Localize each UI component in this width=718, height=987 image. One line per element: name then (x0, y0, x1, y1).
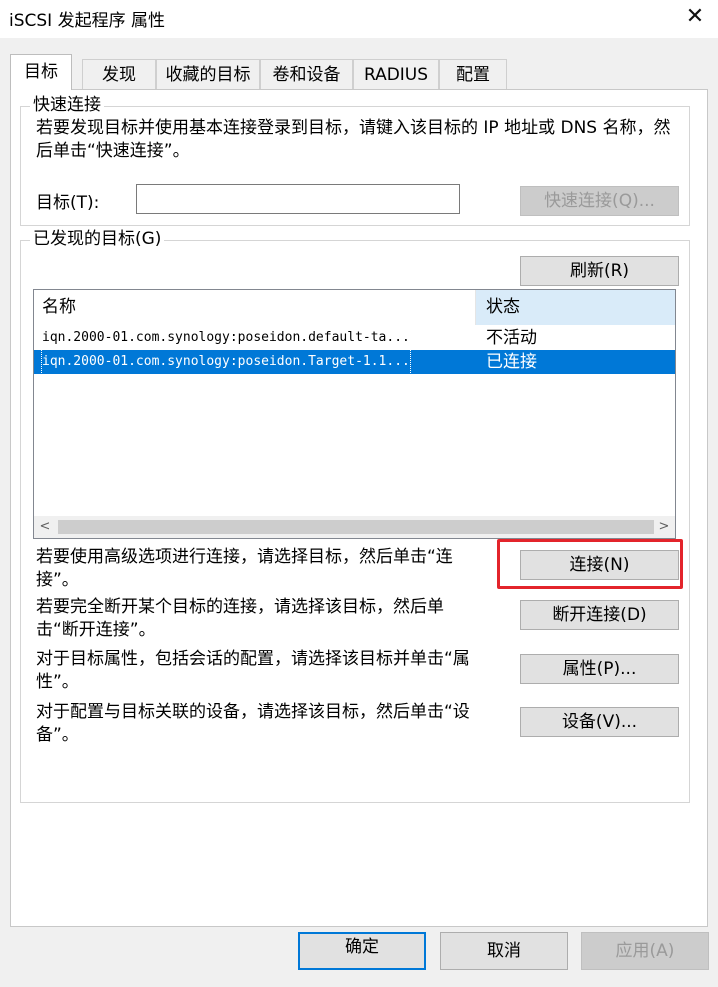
targets-list-header: 名称 状态 (34, 290, 675, 325)
discovered-targets-group: 已发现的目标(G) 刷新(R) 名称 状态 iqn.2000-01.com.sy… (20, 228, 690, 803)
tab-discovery[interactable]: 发现 (82, 59, 156, 90)
apply-button[interactable]: 应用(A) (581, 932, 709, 970)
scroll-right-icon[interactable]: > (653, 516, 675, 538)
connect-button[interactable]: 连接(N) (520, 550, 679, 580)
disconnect-button[interactable]: 断开连接(D) (520, 600, 679, 630)
devices-button[interactable]: 设备(V)... (520, 707, 679, 737)
tab-configuration[interactable]: 配置 (439, 59, 507, 90)
disconnect-description: 若要完全断开某个目标的连接，请选择该目标，然后单击“断开连接”。 (36, 597, 444, 640)
connect-description: 若要使用高级选项进行连接，请选择目标，然后单击“连接”。 (36, 547, 453, 590)
horizontal-scrollbar[interactable]: < > (34, 516, 675, 538)
targets-list[interactable]: 名称 状态 iqn.2000-01.com.synology:poseidon.… (33, 289, 676, 539)
column-header-status[interactable]: 状态 (475, 290, 675, 325)
dialog-client: 目标 发现 收藏的目标 卷和设备 RADIUS 配置 快速连接 若要发现目标并使… (0, 38, 718, 987)
tab-favorite-targets[interactable]: 收藏的目标 (156, 59, 260, 90)
target-input[interactable] (136, 184, 460, 214)
ok-button[interactable]: 确定 (298, 932, 426, 970)
close-icon: ✕ (685, 4, 705, 29)
target-name: iqn.2000-01.com.synology:poseidon.defaul… (42, 330, 410, 345)
close-button[interactable]: ✕ (672, 0, 718, 36)
quick-connect-description: 若要发现目标并使用基本连接登录到目标，请键入该目标的 IP 地址或 DNS 名称… (36, 118, 671, 161)
target-status: 已连接 (486, 352, 537, 372)
properties-description: 对于目标属性，包括会话的配置，请选择该目标并单击“属性”。 (36, 649, 470, 692)
table-row-selected[interactable]: iqn.2000-01.com.synology:poseidon.Target… (34, 349, 675, 375)
target-label: 目标(T): (36, 193, 100, 213)
scroll-thumb[interactable] (58, 520, 654, 534)
discovered-targets-legend: 已发现的目标(G) (30, 228, 165, 250)
quick-connect-group: 快速连接 若要发现目标并使用基本连接登录到目标，请键入该目标的 IP 地址或 D… (20, 94, 690, 226)
tab-volumes-devices[interactable]: 卷和设备 (260, 59, 353, 90)
title-bar: iSCSI 发起程序 属性 ✕ (0, 0, 718, 38)
targets-tab-panel: 快速连接 若要发现目标并使用基本连接登录到目标，请键入该目标的 IP 地址或 D… (10, 89, 708, 927)
column-header-name[interactable]: 名称 (34, 290, 475, 325)
quick-connect-button[interactable]: 快速连接(Q)... (520, 186, 679, 216)
quick-connect-legend: 快速连接 (30, 94, 104, 116)
tab-targets[interactable]: 目标 (10, 54, 72, 90)
target-status: 不活动 (486, 328, 537, 348)
cancel-button[interactable]: 取消 (440, 932, 568, 970)
window-title: iSCSI 发起程序 属性 (9, 11, 165, 31)
target-name: iqn.2000-01.com.synology:poseidon.Target… (41, 349, 411, 375)
refresh-button[interactable]: 刷新(R) (520, 256, 679, 286)
table-row[interactable]: iqn.2000-01.com.synology:poseidon.defaul… (34, 326, 675, 350)
properties-button[interactable]: 属性(P)... (520, 654, 679, 684)
devices-description: 对于配置与目标关联的设备，请选择该目标，然后单击“设备”。 (36, 702, 470, 745)
tab-radius[interactable]: RADIUS (353, 59, 439, 90)
scroll-left-icon[interactable]: < (34, 516, 56, 538)
